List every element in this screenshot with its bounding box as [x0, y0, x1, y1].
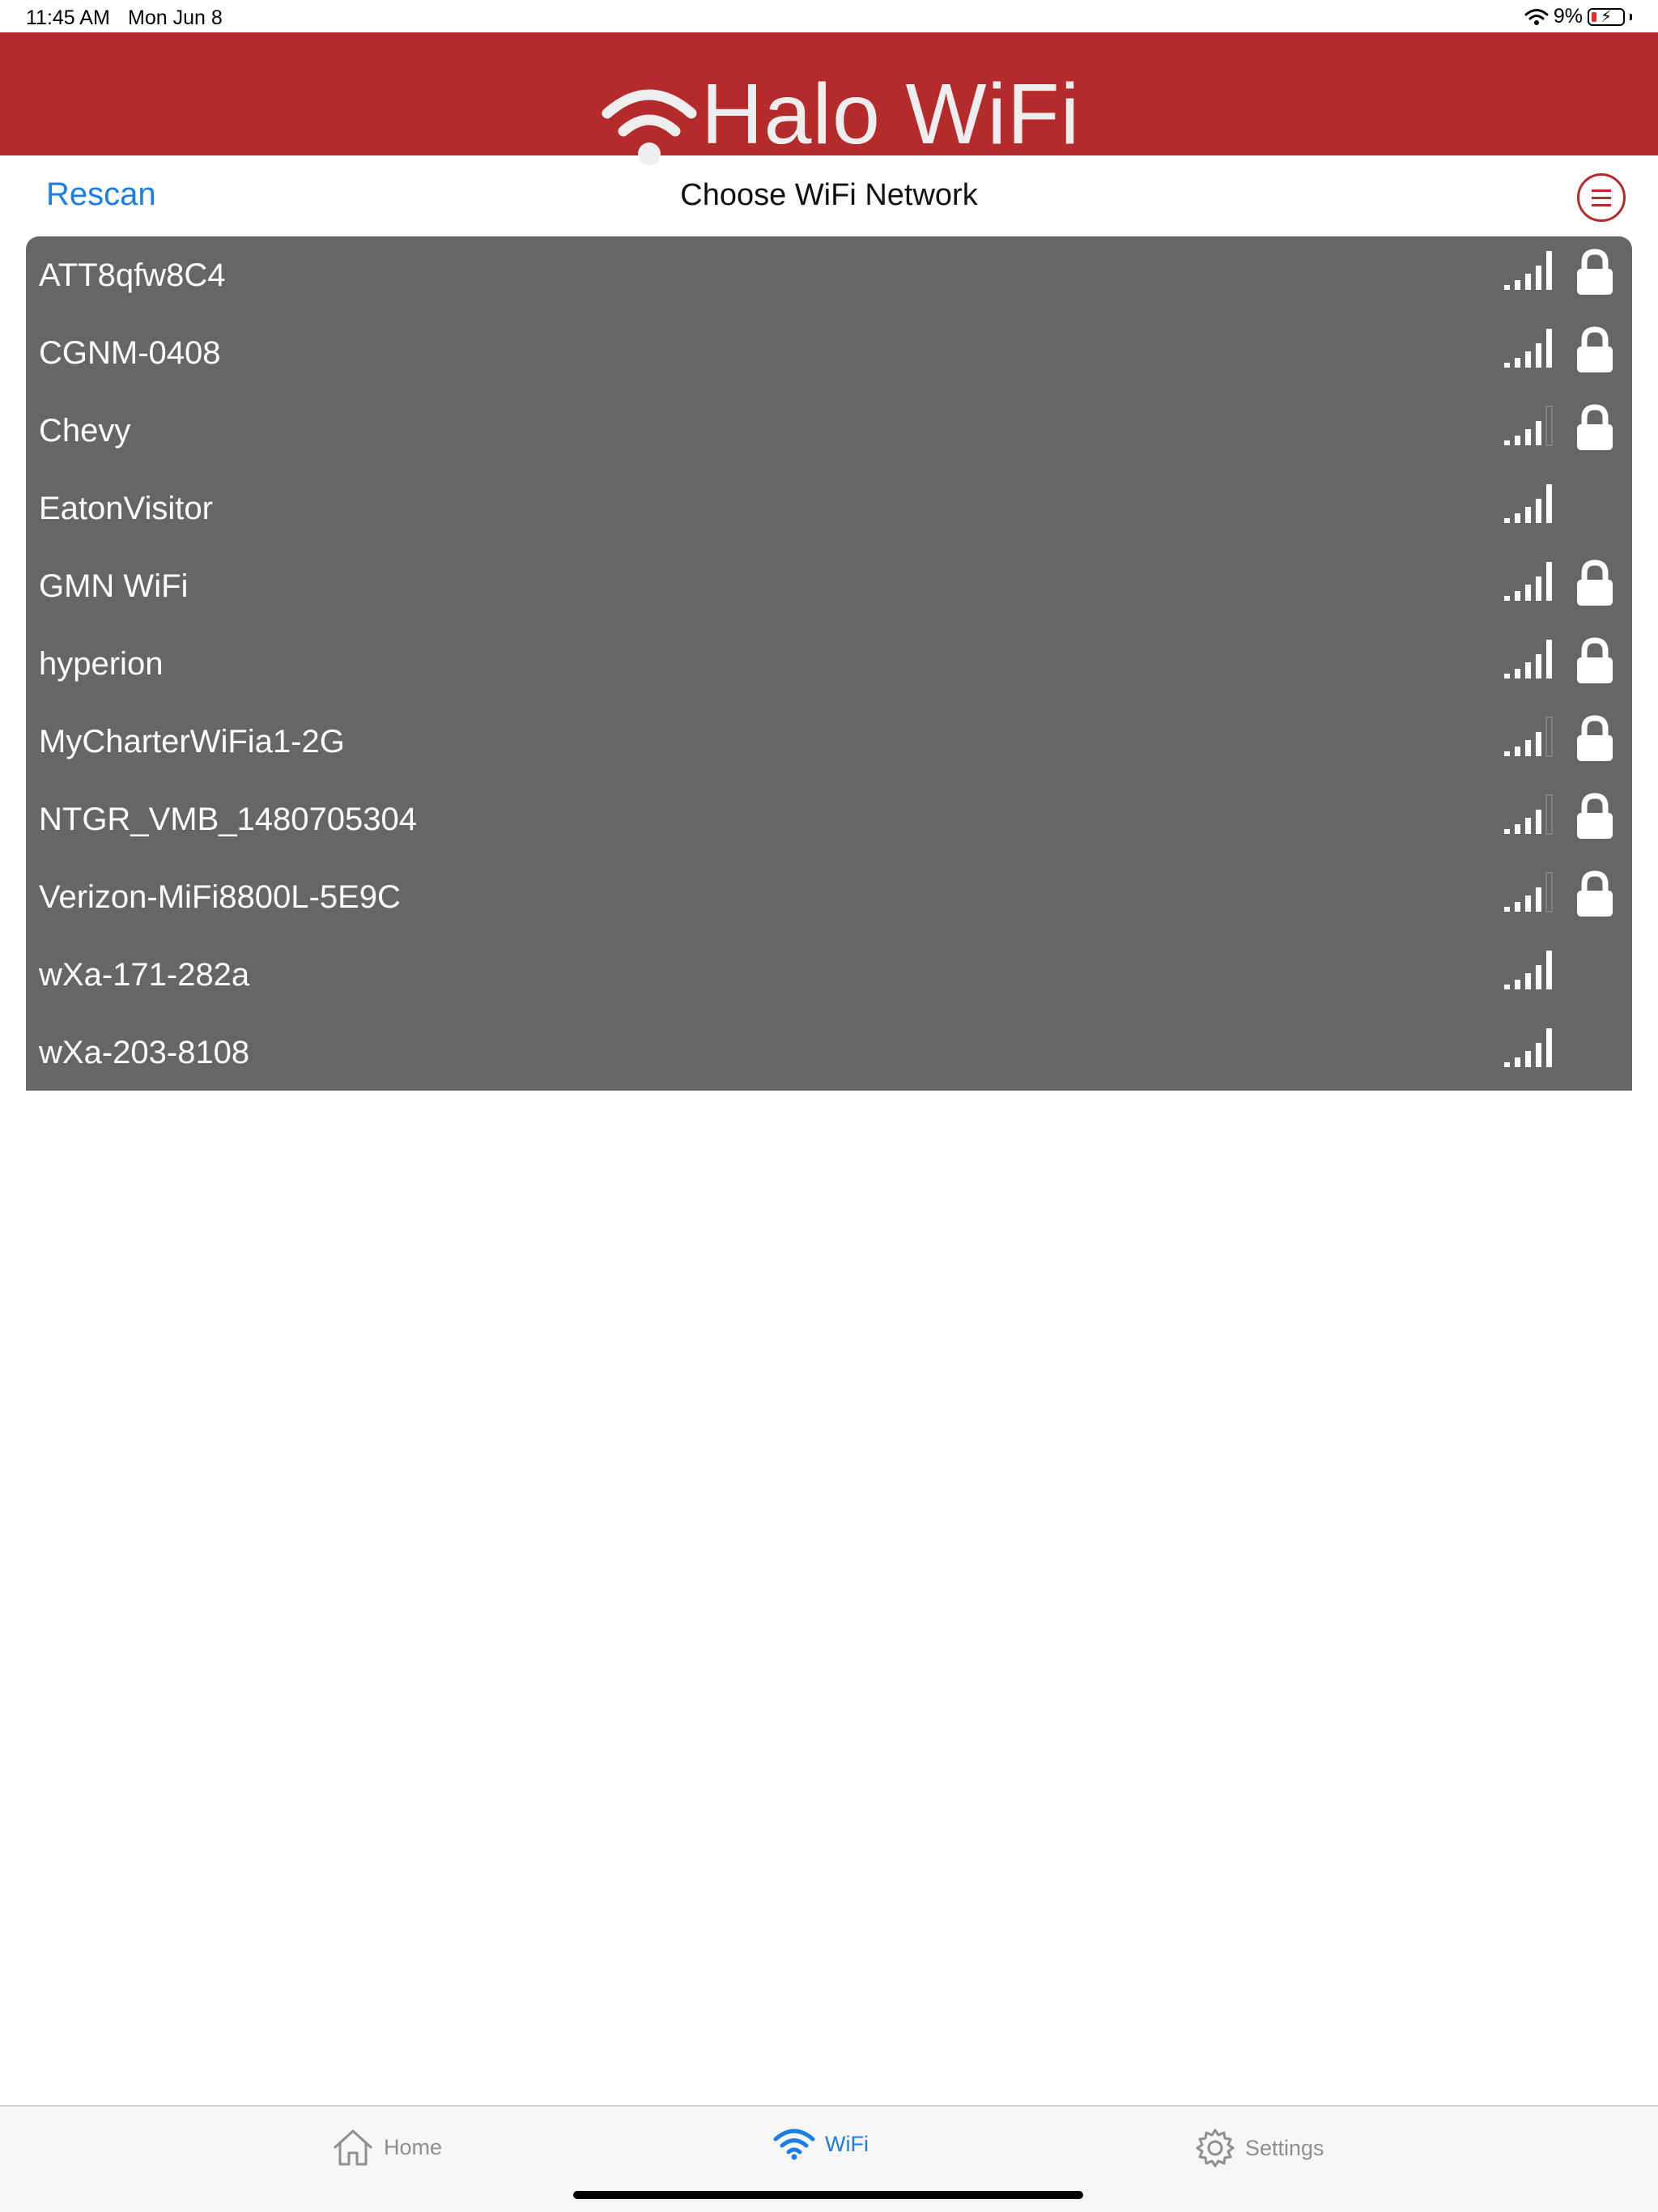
status-time: 11:45 AM	[26, 6, 110, 29]
network-row[interactable]: GMN WiFi	[26, 547, 1632, 625]
signal-strength-icon	[1504, 640, 1552, 678]
wifi-icon	[1524, 8, 1549, 25]
network-row[interactable]: wXa-171-282a	[26, 936, 1632, 1014]
signal-strength-icon	[1504, 717, 1553, 757]
battery-percent: 9%	[1553, 5, 1583, 28]
page-title: Choose WiFi Network	[680, 178, 978, 212]
signal-strength-icon	[1504, 951, 1552, 989]
lock-icon	[1577, 637, 1613, 683]
battery-icon: ⚡	[1588, 7, 1625, 26]
status-date: Mon Jun 8	[128, 6, 223, 29]
charging-bolt-icon: ⚡	[1601, 7, 1613, 26]
header-banner: Halo WiFi	[0, 32, 1658, 165]
signal-strength-icon	[1504, 251, 1552, 290]
hamburger-menu-icon[interactable]	[1577, 173, 1626, 222]
lock-icon	[1577, 249, 1613, 295]
network-name: wXa-171-282a	[39, 957, 250, 993]
signal-strength-icon	[1504, 484, 1552, 523]
status-right: 9% ⚡	[1524, 5, 1632, 28]
network-row[interactable]: ATT8qfw8C4	[26, 236, 1632, 314]
signal-strength-icon	[1504, 794, 1553, 835]
tab-settings-label: Settings	[1245, 2135, 1324, 2160]
network-name: wXa-203-8108	[39, 1035, 250, 1070]
lock-icon	[1577, 870, 1613, 917]
battery-fill	[1592, 11, 1596, 22]
network-name: ATT8qfw8C4	[39, 257, 226, 293]
network-name: Verizon-MiFi8800L-5E9C	[39, 879, 401, 915]
network-name: EatonVisitor	[39, 491, 213, 526]
tab-settings[interactable]: Settings	[1195, 2128, 1324, 2168]
lock-icon	[1577, 326, 1613, 372]
home-indicator	[573, 2191, 1083, 2199]
tab-home-label: Home	[384, 2134, 443, 2159]
network-row[interactable]: Verizon-MiFi8800L-5E9C	[26, 858, 1632, 936]
network-list: ATT8qfw8C4 CGNM-0408 Chevy EatonVisitor GMN …	[26, 236, 1632, 1091]
signal-strength-icon	[1504, 872, 1553, 912]
lock-icon	[1577, 715, 1613, 761]
network-name: NTGR_VMB_1480705304	[39, 802, 417, 837]
battery-nub	[1630, 13, 1632, 20]
gear-icon	[1196, 2129, 1235, 2167]
screen: 11:45 AM Mon Jun 8 9% ⚡ Halo WiFi Rescan	[0, 0, 1658, 2212]
lock-icon	[1577, 559, 1613, 606]
network-row[interactable]: EatonVisitor	[26, 470, 1632, 547]
network-name: GMN WiFi	[39, 568, 189, 604]
lock-icon	[1577, 404, 1613, 450]
network-row[interactable]: hyperion	[26, 625, 1632, 703]
home-icon	[334, 2129, 372, 2166]
network-name: Chevy	[39, 413, 131, 449]
network-row[interactable]: Chevy	[26, 392, 1632, 470]
signal-strength-icon	[1504, 406, 1553, 446]
network-row[interactable]: CGNM-0408	[26, 314, 1632, 392]
signal-strength-icon	[1504, 562, 1552, 601]
signal-strength-icon	[1504, 329, 1552, 368]
nav-bar: Rescan Choose WiFi Network	[0, 155, 1658, 236]
tab-wifi[interactable]: WiFi	[773, 2128, 869, 2160]
network-row[interactable]: NTGR_VMB_1480705304	[26, 781, 1632, 858]
status-bar: 11:45 AM Mon Jun 8 9% ⚡	[0, 0, 1658, 32]
app-title: Halo WiFi	[701, 66, 1081, 162]
tab-home[interactable]: Home	[332, 2128, 442, 2167]
signal-strength-icon	[1504, 1028, 1552, 1067]
tab-wifi-label: WiFi	[825, 2131, 869, 2156]
network-row[interactable]: MyCharterWiFia1-2G	[26, 703, 1632, 781]
lock-icon	[1577, 793, 1613, 839]
wifi-icon	[773, 2129, 815, 2160]
network-row[interactable]: wXa-203-8108	[26, 1014, 1632, 1091]
network-name: CGNM-0408	[39, 335, 221, 371]
network-name: hyperion	[39, 646, 164, 682]
network-name: MyCharterWiFia1-2G	[39, 724, 345, 759]
